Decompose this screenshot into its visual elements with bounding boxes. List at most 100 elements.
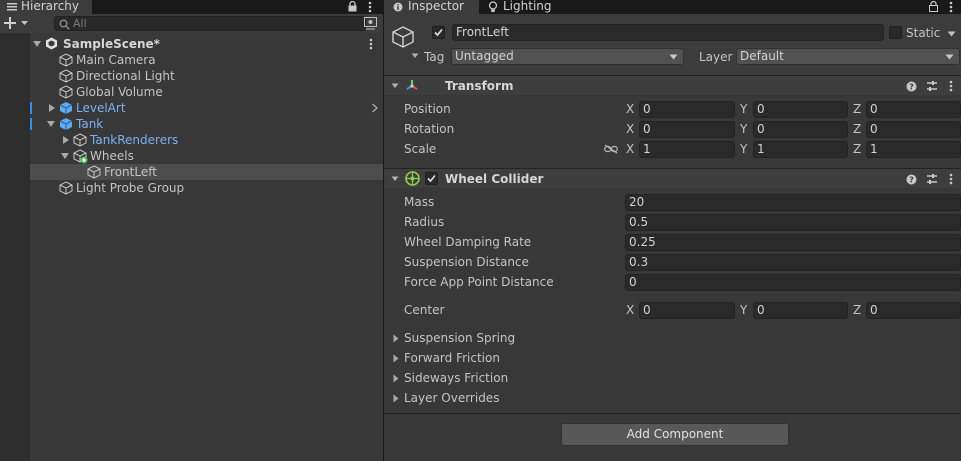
chevron-right-icon[interactable] — [393, 334, 399, 343]
lock-icon[interactable] — [929, 1, 938, 12]
position-z-field[interactable]: 0 — [866, 101, 961, 118]
static-checkbox[interactable] — [889, 26, 902, 39]
foldout-forward-friction[interactable]: Forward Friction — [384, 350, 961, 367]
list-item[interactable]: Wheels — [30, 148, 383, 164]
force-app-row: Force App Point Distance 0 — [384, 274, 961, 291]
position-x-field[interactable]: 0 — [639, 101, 735, 118]
chevron-down-icon[interactable] — [411, 53, 419, 59]
chevron-down-icon[interactable] — [391, 176, 399, 182]
scale-y-field[interactable]: 1 — [753, 141, 848, 158]
chevron-right-icon[interactable] — [393, 374, 399, 383]
axis-x-label[interactable]: X — [626, 302, 634, 319]
preset-icon[interactable] — [926, 80, 938, 92]
axis-z-label[interactable]: Z — [853, 141, 861, 158]
mass-field[interactable]: 20 — [625, 194, 961, 211]
axis-x-label[interactable]: X — [626, 101, 634, 118]
preset-icon[interactable] — [926, 173, 938, 185]
create-button[interactable] — [4, 17, 30, 30]
add-component-button[interactable]: Add Component — [561, 423, 789, 446]
list-item[interactable]: Tank — [30, 116, 383, 132]
prefab-icon — [59, 101, 73, 115]
foldout-sideways-friction[interactable]: Sideways Friction — [384, 370, 961, 387]
list-item-selected[interactable]: FrontLeft — [30, 164, 383, 180]
scale-z-field[interactable]: 1 — [866, 141, 961, 158]
kebab-icon[interactable] — [368, 1, 372, 13]
scene-name: SampleScene* — [63, 37, 160, 51]
item-label: Directional Light — [76, 69, 175, 83]
tag-label: Tag — [424, 50, 445, 64]
list-item[interactable]: Light Probe Group — [30, 180, 383, 196]
kebab-icon[interactable] — [369, 38, 373, 50]
list-item[interactable]: TankRenderers — [30, 132, 383, 148]
chevron-right-icon[interactable] — [371, 103, 379, 113]
wheel-collider-header[interactable]: Wheel Collider ? — [384, 168, 961, 188]
search-icon — [59, 19, 70, 30]
tab-inspector[interactable]: Inspector — [384, 0, 479, 14]
suspension-distance-row: Suspension Distance 0.3 — [384, 254, 961, 271]
axis-y-label[interactable]: Y — [740, 101, 747, 118]
help-icon[interactable]: ? — [906, 174, 917, 185]
help-icon[interactable]: ? — [906, 81, 917, 92]
chevron-down-icon[interactable] — [947, 31, 956, 37]
property-label: Mass — [404, 195, 435, 209]
chevron-down-icon[interactable] — [46, 119, 56, 129]
layer-value: Default — [740, 49, 784, 63]
damping-field[interactable]: 0.25 — [625, 234, 961, 251]
rotation-x-field[interactable]: 0 — [639, 121, 735, 138]
scale-x-field[interactable]: 1 — [639, 141, 735, 158]
wheel-collider-icon — [405, 171, 420, 186]
axis-z-label[interactable]: Z — [853, 101, 861, 118]
chevron-right-icon[interactable] — [393, 394, 399, 403]
tag-value: Untagged — [455, 49, 514, 63]
tab-lighting[interactable]: Lighting — [481, 0, 561, 14]
force-app-field[interactable]: 0 — [625, 274, 961, 291]
tag-dropdown[interactable]: Untagged — [451, 48, 684, 65]
axis-y-label[interactable]: Y — [740, 141, 747, 158]
rotation-y-field[interactable]: 0 — [753, 121, 848, 138]
position-y-field[interactable]: 0 — [753, 101, 848, 118]
transform-header[interactable]: Transform ? — [384, 75, 961, 95]
tab-label: Inspector — [408, 0, 464, 13]
chevron-right-icon[interactable] — [61, 135, 71, 145]
center-z-field[interactable]: 0 — [866, 302, 961, 319]
foldout-suspension-spring[interactable]: Suspension Spring — [384, 330, 961, 347]
kebab-icon[interactable] — [949, 1, 953, 13]
axis-y-label[interactable]: Y — [740, 302, 747, 319]
mass-row: Mass 20 — [384, 194, 961, 211]
chevron-right-icon[interactable] — [47, 103, 57, 113]
list-item[interactable]: Main Camera — [30, 52, 383, 68]
suspension-distance-field[interactable]: 0.3 — [625, 254, 961, 271]
rotation-z-field[interactable]: 0 — [866, 121, 961, 138]
gameobject-icon — [73, 133, 87, 147]
tab-hierarchy[interactable]: Hierarchy — [0, 0, 92, 14]
foldout-layer-overrides[interactable]: Layer Overrides — [384, 390, 961, 407]
chevron-down-icon[interactable] — [391, 83, 399, 89]
list-item[interactable]: Directional Light — [30, 68, 383, 84]
axis-x-label[interactable]: X — [626, 141, 634, 158]
lock-icon[interactable] — [348, 1, 357, 12]
list-item[interactable]: Global Volume — [30, 84, 383, 100]
axis-z-label[interactable]: Z — [853, 121, 861, 138]
hierarchy-tabbar: Hierarchy — [0, 0, 383, 14]
chevron-down-icon — [945, 54, 954, 60]
object-name-field[interactable]: FrontLeft — [452, 24, 884, 41]
axis-x-label[interactable]: X — [626, 121, 634, 138]
list-item[interactable]: LevelArt — [30, 100, 383, 116]
scene-row[interactable]: SampleScene* — [30, 36, 383, 52]
center-x-field[interactable]: 0 — [639, 302, 735, 319]
radius-field[interactable]: 0.5 — [625, 214, 961, 231]
kebab-icon[interactable] — [949, 173, 953, 185]
axis-y-label[interactable]: Y — [740, 121, 747, 138]
chevron-down-icon[interactable] — [32, 39, 42, 49]
layer-dropdown[interactable]: Default — [736, 48, 960, 65]
kebab-icon[interactable] — [949, 80, 953, 92]
search-input[interactable]: All — [54, 16, 366, 31]
component-enabled-checkbox[interactable] — [425, 172, 438, 185]
axis-z-label[interactable]: Z — [853, 302, 861, 319]
scene-visibility-icon[interactable] — [364, 17, 378, 30]
chevron-right-icon[interactable] — [393, 354, 399, 363]
link-icon[interactable] — [604, 144, 618, 154]
chevron-down-icon[interactable] — [60, 151, 70, 161]
center-y-field[interactable]: 0 — [753, 302, 848, 319]
active-checkbox[interactable] — [432, 26, 445, 39]
